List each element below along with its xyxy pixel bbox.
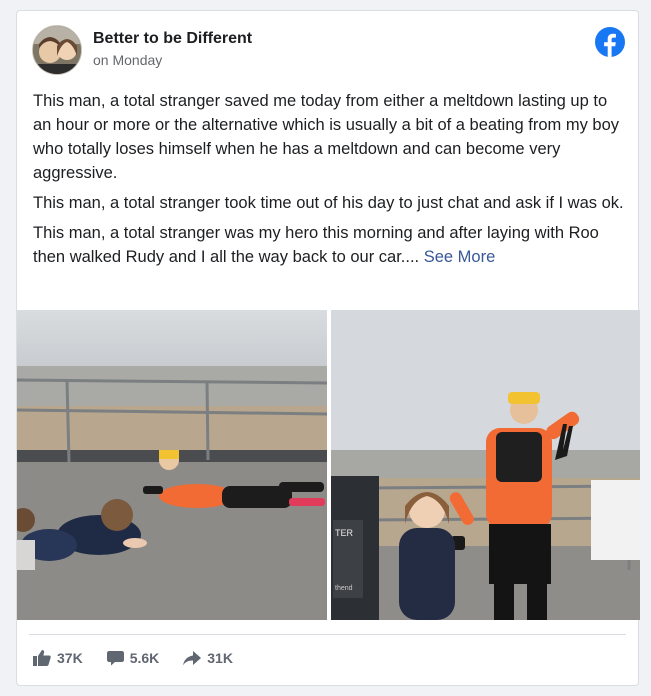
- post-paragraph-2: This man, a total stranger took time out…: [33, 194, 624, 212]
- shares-count: 31K: [207, 650, 233, 666]
- bin-sign-text-top: TER: [335, 528, 354, 538]
- likes-count: 37K: [57, 650, 83, 666]
- bin-sign-text-bottom: thend: [335, 585, 353, 592]
- page-name[interactable]: Better to be Different: [93, 30, 252, 48]
- post-paragraph-3-text: This man, a total stranger was my hero t…: [33, 224, 599, 266]
- engagement-stats: 37K 5.6K 31K: [33, 650, 257, 666]
- man-and-child-photo: TER thend: [331, 310, 640, 620]
- page-avatar[interactable]: [32, 25, 82, 75]
- post-photo-right[interactable]: TER thend: [331, 310, 640, 620]
- comment-icon: [106, 651, 124, 666]
- post-timestamp[interactable]: on Monday: [93, 52, 162, 68]
- comments-count: 5.6K: [129, 650, 160, 666]
- post-card: Better to be Different on Monday This ma…: [16, 10, 640, 686]
- post-paragraph-1: This man, a total stranger saved me toda…: [33, 92, 620, 182]
- footer-divider: [29, 634, 626, 635]
- post-paragraph-3: This man, a total stranger was my hero t…: [33, 221, 629, 269]
- see-more-link[interactable]: See More: [424, 248, 496, 266]
- facebook-logo-icon[interactable]: [595, 27, 625, 57]
- avatar-photo: [33, 26, 81, 74]
- comments-stat[interactable]: 5.6K: [106, 650, 160, 666]
- likes-stat[interactable]: 37K: [33, 650, 83, 666]
- shares-stat[interactable]: 31K: [183, 650, 233, 666]
- promenade-photo: [17, 310, 327, 620]
- post-photo-left[interactable]: [17, 310, 327, 620]
- share-arrow-icon: [183, 651, 202, 666]
- post-text: This man, a total stranger saved me toda…: [33, 89, 629, 275]
- thumbs-up-icon: [33, 650, 51, 666]
